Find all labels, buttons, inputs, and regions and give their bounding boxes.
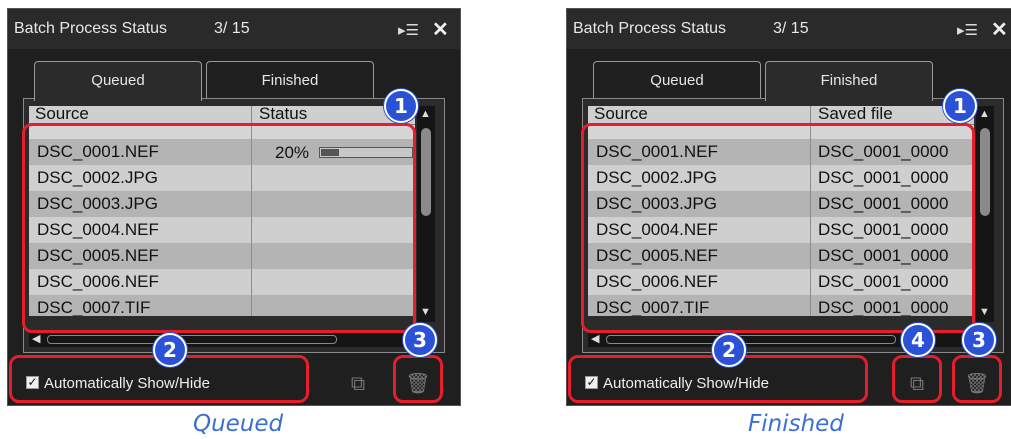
menu-icon[interactable]: ▸☰	[957, 21, 978, 39]
callout-frame-trash	[393, 355, 443, 403]
vertical-scrollbar[interactable]: ▲ ▼	[976, 106, 994, 322]
batch-count: 3/ 15	[773, 20, 809, 37]
scroll-thumb-horizontal[interactable]	[606, 335, 896, 344]
vertical-scrollbar[interactable]: ▲ ▼	[417, 106, 435, 322]
horizontal-scrollbar[interactable]: ◀	[29, 333, 415, 347]
scroll-thumb-horizontal[interactable]	[47, 335, 337, 344]
scroll-left-icon[interactable]: ◀	[591, 332, 599, 345]
callout-frame-trash	[952, 355, 1002, 403]
column-header-saved-file[interactable]: Saved file	[818, 106, 893, 124]
tab-finished[interactable]: Finished	[765, 61, 933, 101]
callout-badge: 3	[962, 323, 996, 357]
tab-queued[interactable]: Queued	[593, 61, 761, 99]
column-divider[interactable]	[810, 106, 811, 124]
close-icon[interactable]: ✕	[991, 17, 1008, 42]
scroll-thumb[interactable]	[980, 128, 990, 216]
caption-queued: Queued	[193, 411, 284, 437]
batch-status-panel-finished: Batch Process Status 3/ 15 ▸☰ ✕ Queued F…	[566, 8, 1011, 406]
callout-frame-folder	[892, 355, 942, 403]
column-header-status[interactable]: Status	[259, 106, 307, 124]
tab-finished[interactable]: Finished	[206, 61, 374, 99]
caption-finished: Finished	[748, 411, 844, 437]
menu-icon[interactable]: ▸☰	[398, 21, 419, 39]
callout-badge: 1	[943, 89, 977, 123]
scroll-up-icon[interactable]: ▲	[979, 108, 990, 120]
callout-badge: 3	[403, 323, 437, 357]
tab-queued[interactable]: Queued	[34, 61, 202, 101]
close-icon[interactable]: ✕	[432, 17, 449, 42]
callout-badge: 1	[384, 89, 418, 123]
scroll-up-icon[interactable]: ▲	[420, 108, 431, 120]
batch-status-panel-queued: Batch Process Status 3/ 15 ▸☰ ✕ Queued F…	[7, 8, 461, 406]
column-header-source[interactable]: Source	[35, 106, 89, 124]
callout-badge: 2	[712, 333, 746, 367]
callout-frame-table	[581, 123, 975, 333]
column-header-source[interactable]: Source	[594, 106, 648, 124]
batch-count: 3/ 15	[214, 20, 250, 37]
show-in-folder-icon[interactable]: ⧉	[338, 364, 378, 404]
title-bar: Batch Process Status 3/ 15 ▸☰ ✕	[8, 9, 460, 49]
callout-badge: 4	[901, 323, 935, 357]
scroll-left-icon[interactable]: ◀	[32, 332, 40, 345]
callout-badge: 2	[153, 333, 187, 367]
panel-title: Batch Process Status	[573, 20, 726, 37]
column-divider[interactable]	[251, 106, 252, 124]
title-bar: Batch Process Status 3/ 15 ▸☰ ✕	[567, 9, 1011, 49]
callout-frame-table	[22, 123, 416, 333]
scroll-down-icon[interactable]: ▼	[420, 306, 431, 318]
scroll-thumb[interactable]	[421, 128, 431, 216]
panel-title: Batch Process Status	[14, 20, 167, 37]
scroll-down-icon[interactable]: ▼	[979, 306, 990, 318]
